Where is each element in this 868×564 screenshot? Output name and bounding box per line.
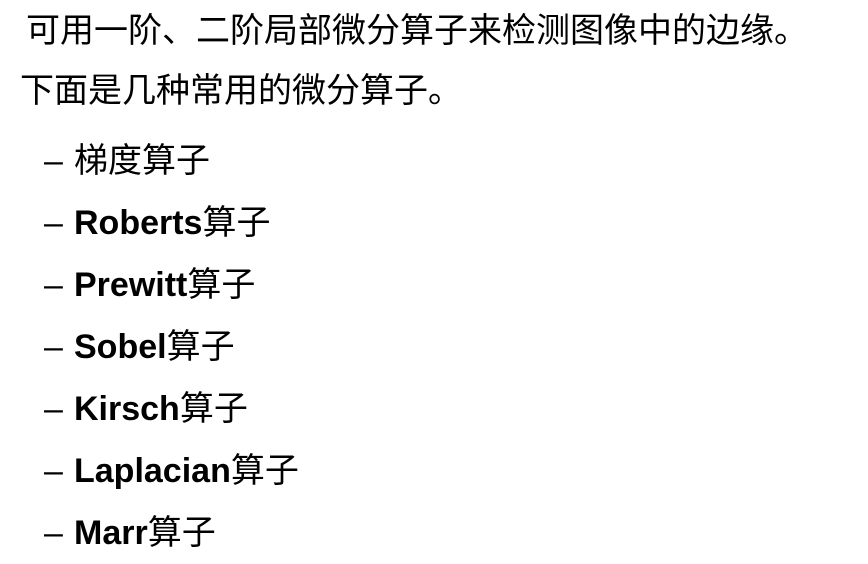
bullet-dash: – [44, 266, 63, 304]
slide: 可用一阶、二阶局部微分算子来检测图像中的边缘。 下面是几种常用的微分算子。 – … [0, 0, 868, 555]
bullet-dash: – [44, 328, 63, 366]
operator-item-gradient: – 梯度算子 [44, 130, 299, 192]
operator-suffix: 算子 [202, 203, 271, 243]
operator-item-prewitt: – Prewitt 算子 [44, 254, 299, 316]
operator-name: Sobel [74, 328, 167, 366]
operator-name: Kirsch [74, 390, 180, 428]
operator-name: Prewitt [74, 266, 188, 304]
operator-name: Marr [74, 514, 148, 552]
bullet-dash: – [44, 204, 63, 242]
intro-line-1: 可用一阶、二阶局部微分算子来检测图像中的边缘。 [26, 11, 808, 51]
bullet-dash: – [44, 452, 63, 490]
operator-name: Roberts [74, 204, 203, 242]
operator-item-sobel: – Sobel 算子 [44, 316, 299, 378]
operator-suffix: 算子 [179, 389, 248, 429]
operator-item-roberts: – Roberts 算子 [44, 192, 299, 254]
operator-item-kirsch: – Kirsch 算子 [44, 378, 299, 440]
operator-item-laplacian: – Laplacian 算子 [44, 440, 299, 502]
operator-name: Laplacian [74, 452, 231, 490]
operator-suffix: 梯度算子 [74, 141, 210, 181]
operator-suffix: 算子 [147, 513, 216, 553]
operator-suffix: 算子 [187, 265, 256, 305]
bullet-dash: – [44, 390, 63, 428]
operator-suffix: 算子 [230, 451, 299, 491]
bullet-dash: – [44, 142, 63, 180]
operator-suffix: 算子 [166, 327, 235, 367]
operator-list: – 梯度算子 – Roberts 算子 – Prewitt 算子 – Sobel… [44, 130, 299, 564]
intro-line-2: 下面是几种常用的微分算子。 [20, 71, 462, 111]
bullet-dash: – [44, 514, 63, 552]
